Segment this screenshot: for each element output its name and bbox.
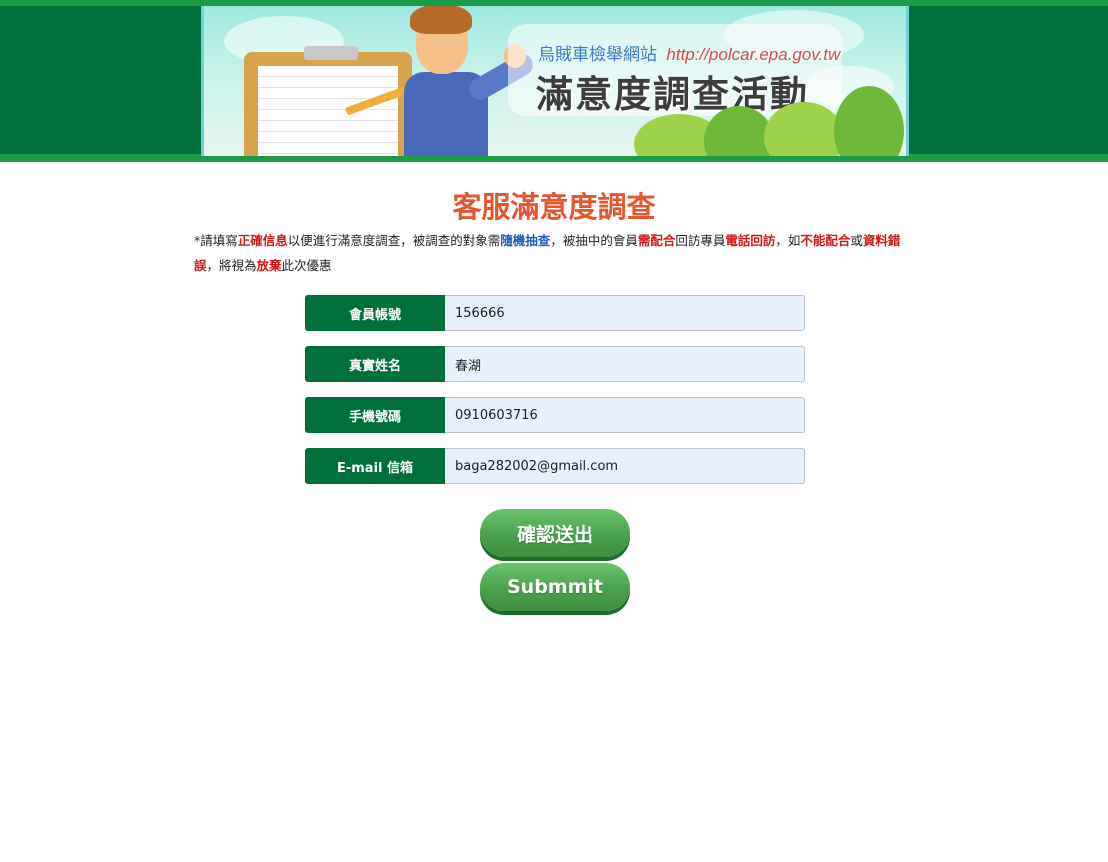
notice-segment: 隨機抽查	[500, 233, 551, 248]
email-field-row: E-mail 信箱	[305, 448, 805, 484]
submit-button[interactable]: Submmit	[480, 563, 630, 611]
phone-input[interactable]	[445, 397, 805, 433]
page-title: 客服滿意度調查	[452, 190, 656, 224]
name-label: 真實姓名	[305, 346, 445, 382]
email-input[interactable]	[445, 448, 805, 484]
account-input[interactable]	[445, 295, 805, 331]
notice-segment: 不能配合	[800, 233, 851, 248]
notice-segment: ，如	[775, 233, 801, 248]
clipboard-illustration	[244, 46, 412, 156]
banner-url: http://polcar.epa.gov.tw	[666, 45, 841, 64]
account-label: 會員帳號	[305, 295, 445, 331]
notice-segment: ，將視為	[206, 258, 257, 273]
confirm-submit-button[interactable]: 確認送出	[480, 509, 630, 557]
banner-site-label: 烏賊車檢舉網站	[538, 45, 657, 65]
survey-notice: *請填寫正確信息以便進行滿意度調查，被調查的對象需隨機抽查，被抽中的會員需配合回…	[194, 228, 910, 278]
notice-segment: 放棄	[256, 258, 282, 273]
notice-segment: 回訪專員	[675, 233, 726, 248]
phone-field-row: 手機號碼	[305, 397, 805, 433]
notice-segment: 或	[850, 233, 863, 248]
notice-segment: 此次優惠	[281, 258, 332, 273]
notice-segment: *請填寫	[194, 233, 238, 248]
notice-segment: 正確信息	[237, 233, 288, 248]
notice-segment: 需配合	[637, 233, 676, 248]
notice-segment: ，被抽中的會員	[550, 233, 638, 248]
name-input[interactable]	[445, 346, 805, 382]
account-field-row: 會員帳號	[305, 295, 805, 331]
phone-label: 手機號碼	[305, 397, 445, 433]
survey-banner: 烏賊車檢舉網站 http://polcar.epa.gov.tw 滿意度調查活動	[201, 6, 909, 156]
banner-site-name: 烏賊車檢舉網站 http://polcar.epa.gov.tw	[538, 40, 840, 65]
notice-segment: 以便進行滿意度調查，被調查的對象需	[287, 233, 501, 248]
notice-segment: 電話回訪	[725, 233, 776, 248]
name-field-row: 真實姓名	[305, 346, 805, 382]
banner-headline: 滿意度調查活動	[536, 73, 809, 116]
email-label: E-mail 信箱	[305, 448, 445, 484]
